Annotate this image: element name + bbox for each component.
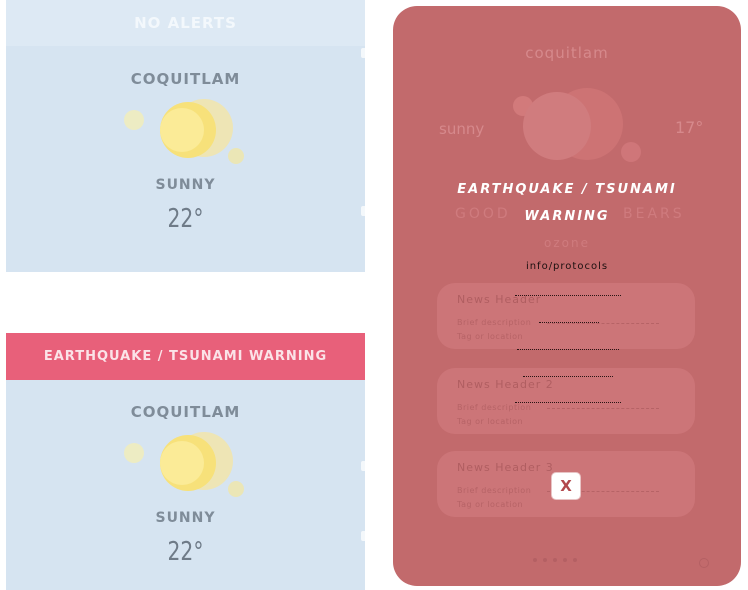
- temperature: 17°: [675, 118, 704, 137]
- alert-banner: NO ALERTS: [6, 0, 365, 46]
- weather-condition: SUNNY: [155, 510, 216, 526]
- news-card[interactable]: News Header Brief description Tag or loc…: [437, 283, 695, 349]
- page-dot[interactable]: [563, 558, 567, 562]
- info-protocols-link[interactable]: info/protocols: [393, 261, 741, 272]
- weather-card-no-alerts: NO ALERTS COQUITLAM SUNNY 22°: [6, 0, 365, 272]
- placeholder-line: [515, 295, 621, 296]
- alert-banner[interactable]: EARTHQUAKE / TSUNAMI WARNING: [6, 333, 365, 380]
- scroll-indicator: [361, 206, 365, 216]
- news-header: News Header 3: [457, 461, 554, 474]
- warning-title: EARTHQUAKE / TSUNAMI WARNING: [393, 176, 741, 230]
- page-dot[interactable]: [543, 558, 547, 562]
- warning-title-line: WARNING: [524, 209, 610, 224]
- background-sublabel: ozone: [544, 236, 590, 250]
- scroll-indicator: [361, 531, 365, 541]
- page-indicator[interactable]: [533, 558, 577, 562]
- placeholder-line: [539, 322, 599, 323]
- news-description: Brief description: [457, 318, 532, 327]
- weather-condition: SUNNY: [155, 177, 216, 193]
- city-name: COQUITLAM: [130, 403, 241, 421]
- sun-icon: [124, 99, 244, 164]
- news-tag: Tag or location: [457, 417, 524, 426]
- temperature: 22°: [167, 537, 204, 567]
- news-header: News Header 2: [457, 378, 554, 391]
- news-card[interactable]: News Header 2 Brief description Tag or l…: [437, 368, 695, 434]
- news-tag: Tag or location: [457, 500, 524, 509]
- placeholder-line: [523, 376, 613, 377]
- scroll-indicator: [361, 461, 365, 471]
- divider: [547, 323, 659, 324]
- weather-card-warning: EARTHQUAKE / TSUNAMI WARNING COQUITLAM S…: [6, 333, 365, 590]
- news-tag: Tag or location: [457, 332, 524, 341]
- city-name: COQUITLAM: [130, 70, 241, 88]
- warning-title-line: EARTHQUAKE / TSUNAMI: [457, 182, 677, 197]
- sun-icon: [124, 432, 244, 497]
- temperature: 22°: [167, 204, 204, 234]
- news-description: Brief description: [457, 403, 532, 412]
- scroll-indicator: [361, 48, 365, 58]
- city-name: coquitlam: [525, 44, 609, 62]
- divider: [547, 408, 659, 409]
- settings-icon[interactable]: [699, 558, 709, 568]
- page-dot[interactable]: [533, 558, 537, 562]
- page-dot[interactable]: [553, 558, 557, 562]
- placeholder-line: [517, 349, 619, 350]
- placeholder-line: [515, 402, 621, 403]
- news-description: Brief description: [457, 486, 532, 495]
- warning-overlay-screen: coquitlam sunny 17° GOOD BEARS ozone New…: [393, 6, 741, 586]
- sun-icon: [513, 88, 641, 162]
- weather-condition: sunny: [439, 120, 485, 138]
- page-dot[interactable]: [573, 558, 577, 562]
- close-button[interactable]: X: [551, 472, 581, 500]
